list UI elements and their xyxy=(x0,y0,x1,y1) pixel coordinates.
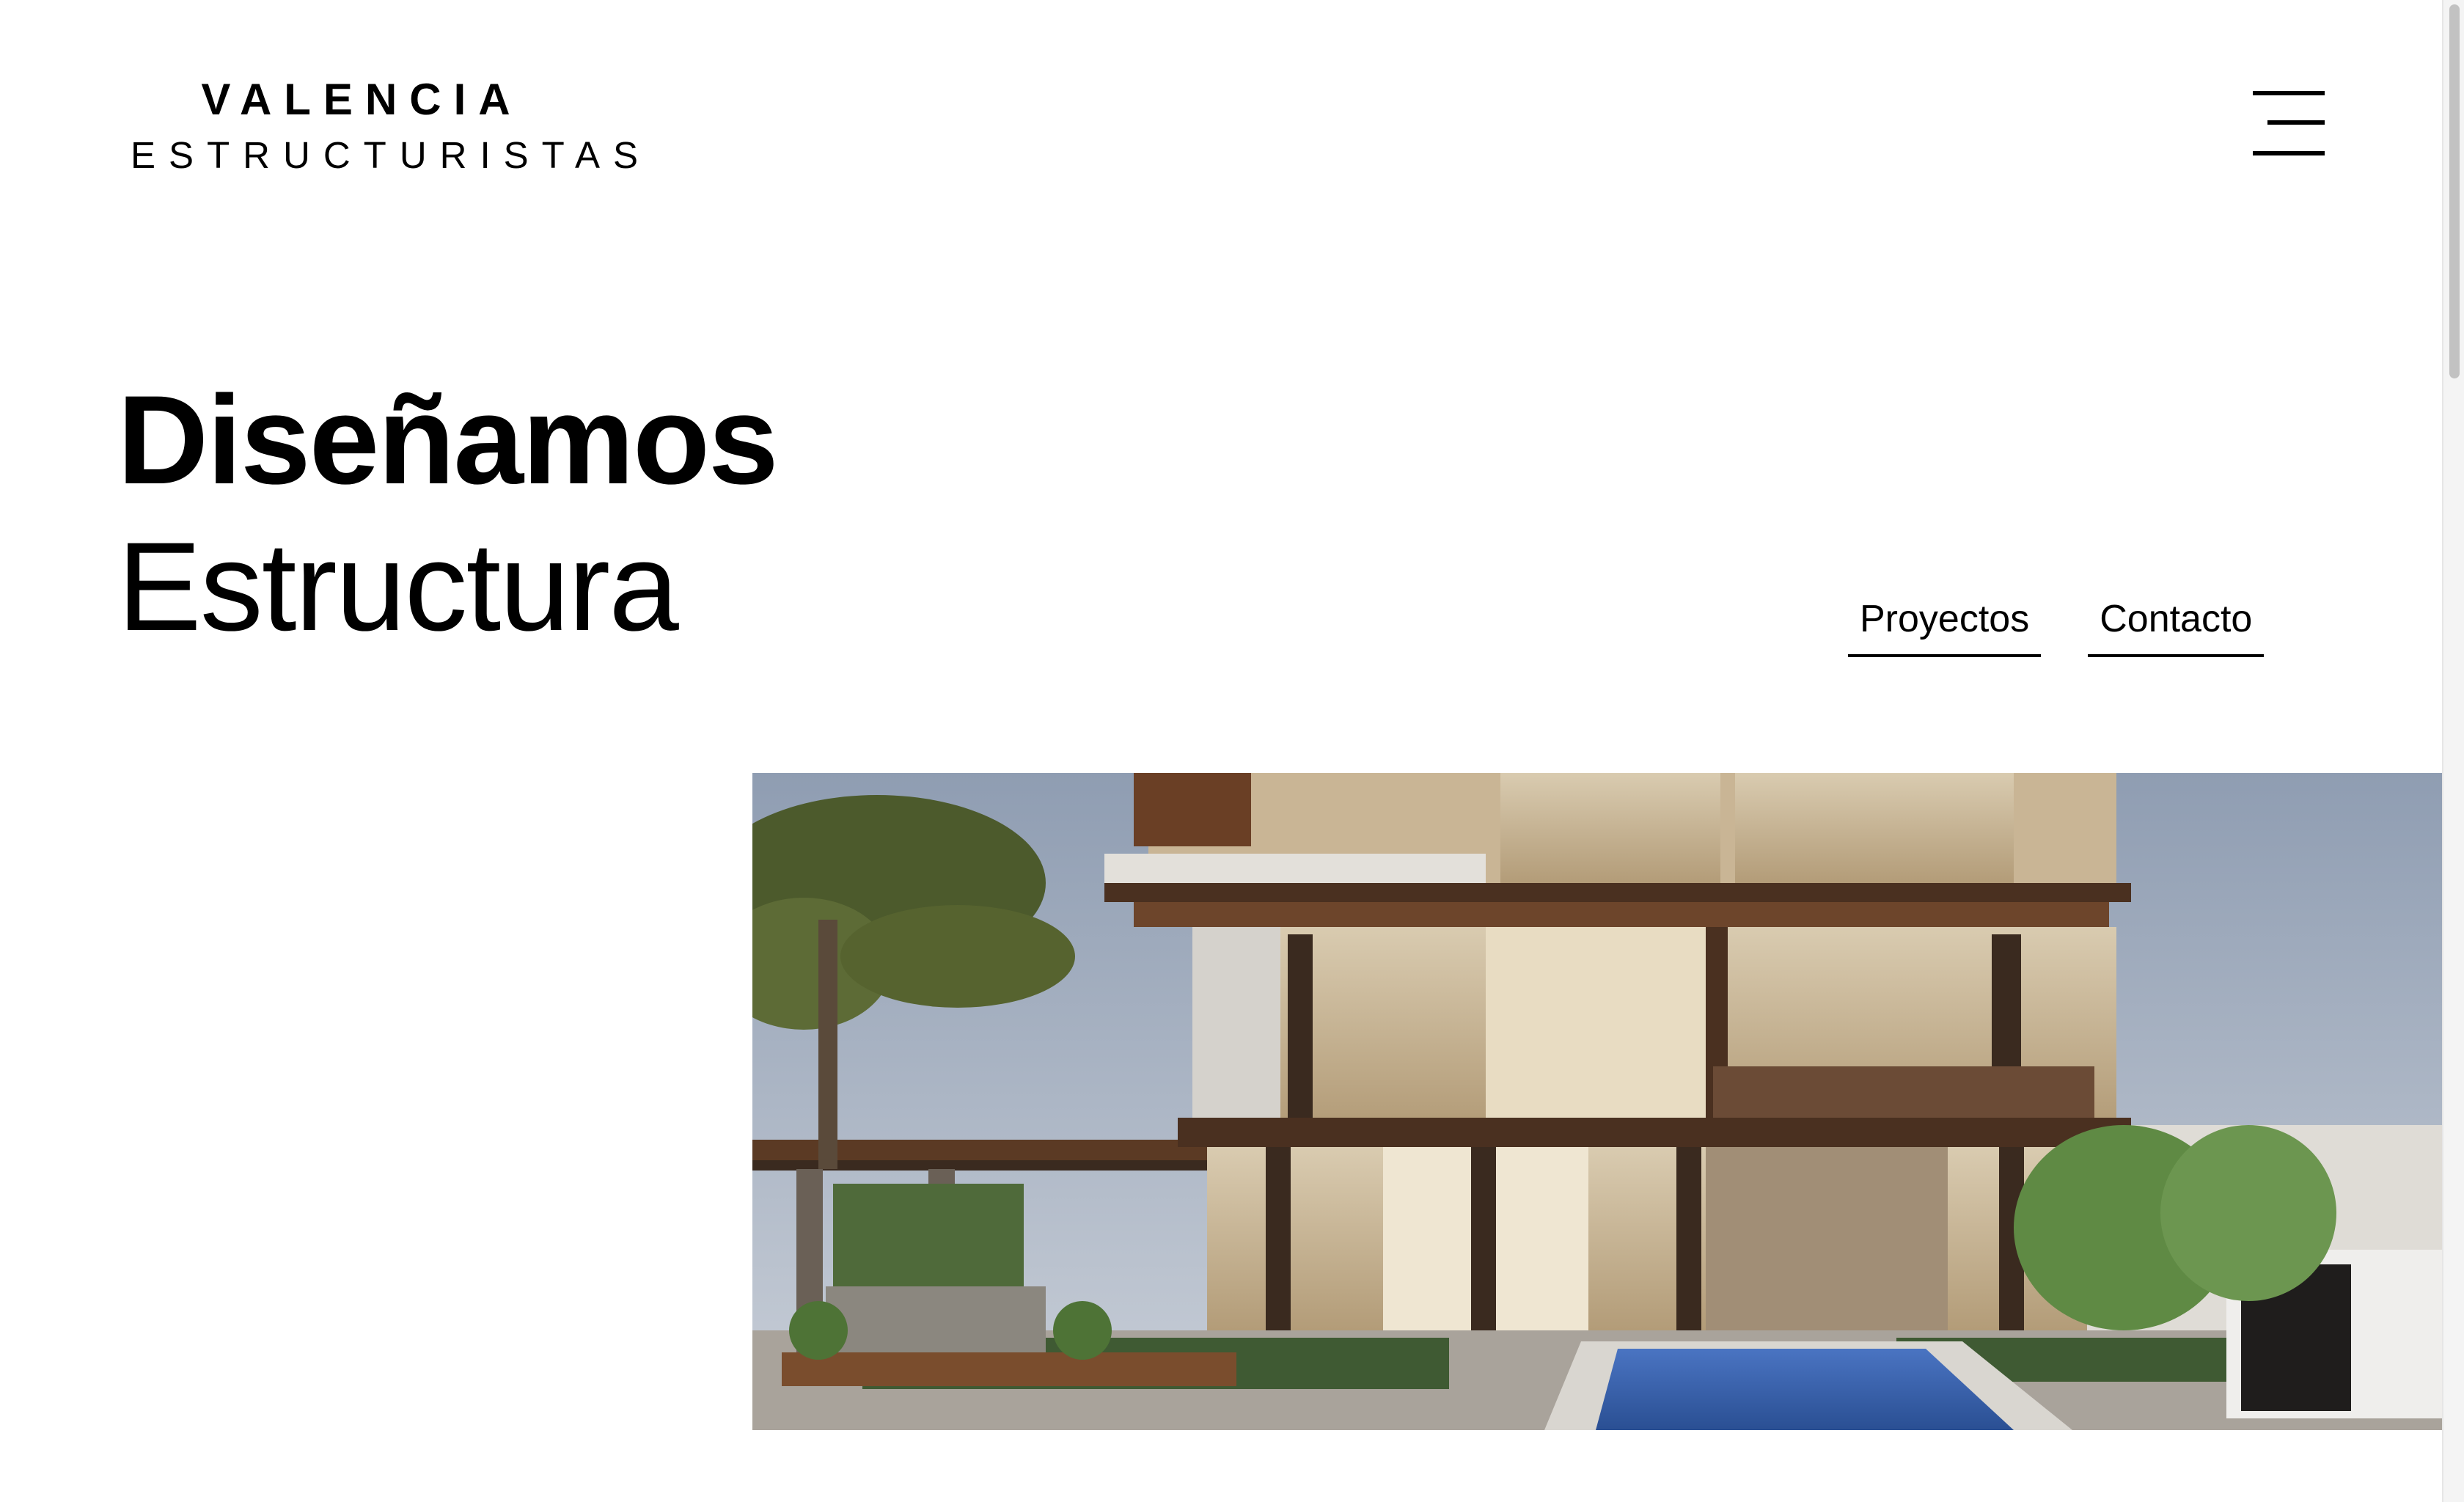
scrollbar-thumb[interactable] xyxy=(2449,4,2460,378)
brand-logo[interactable]: VALENCIA ESTRUCTURISTAS xyxy=(117,72,652,183)
logo-line-estructuristas: ESTRUCTURISTAS xyxy=(131,134,652,176)
menu-line xyxy=(2253,151,2325,155)
nav-link-contacto[interactable]: Contacto xyxy=(2088,590,2265,657)
hamburger-menu-icon[interactable] xyxy=(2253,91,2325,157)
menu-line xyxy=(2253,91,2325,95)
hero-building-image xyxy=(752,773,2442,1430)
hero-title-bold: Diseñamos xyxy=(117,370,779,510)
hero-nav: Proyectos Contacto xyxy=(1848,590,2265,657)
hero-title-light: Estructura xyxy=(117,516,679,657)
nav-link-proyectos[interactable]: Proyectos xyxy=(1848,590,2042,657)
building-render xyxy=(752,773,2442,1430)
page-scrollbar[interactable] xyxy=(2442,0,2464,1502)
logo-line-valencia: VALENCIA xyxy=(201,75,523,124)
menu-line xyxy=(2267,120,2325,125)
hero-title: Diseñamos Estructura xyxy=(117,367,779,660)
